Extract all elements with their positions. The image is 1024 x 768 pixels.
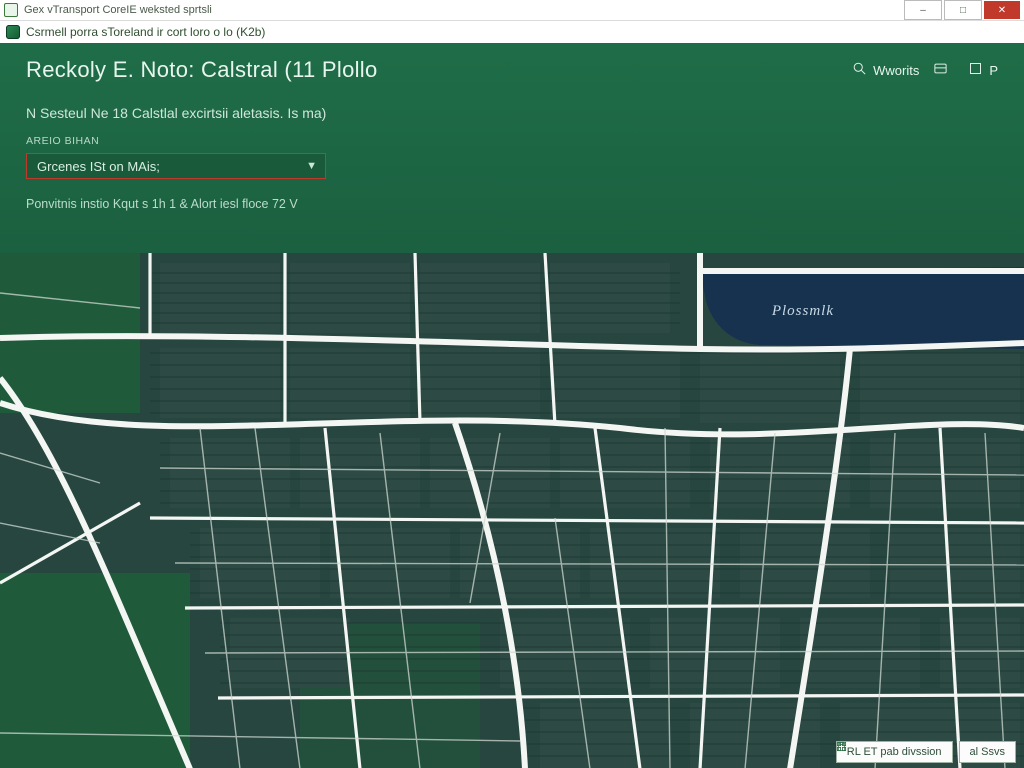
- river-label: Plossmlk: [772, 303, 834, 320]
- search-button[interactable]: Wworits: [852, 61, 919, 79]
- window-subtitle: Csrmell porra sToreland ir cort loro o l…: [26, 25, 265, 39]
- save-icon: [836, 741, 847, 752]
- page-title: Reckoly E. Noto: Calstral (11 Plollo: [26, 57, 852, 83]
- window-title: Gex vTransport CoreIE weksted sprtsli: [24, 4, 212, 16]
- brand-icon: [6, 25, 20, 39]
- save-button[interactable]: al Ssvs: [959, 741, 1016, 763]
- window-subtitle-bar: Csrmell porra sToreland ir cort loro o l…: [0, 21, 1024, 43]
- header-panel: Reckoly E. Noto: Calstral (11 Plollo Wwo…: [0, 43, 1024, 253]
- map-svg: [0, 253, 1024, 768]
- header-subtitle: N Sesteul Ne 18 Calstlal excirtsii aleta…: [26, 105, 998, 121]
- distribution-button-label: RL ET pab divssion: [847, 746, 942, 758]
- window-maximize-button[interactable]: □: [944, 0, 982, 20]
- window-minimize-button[interactable]: –: [904, 0, 942, 20]
- save-button-label: al Ssvs: [970, 746, 1005, 758]
- window-titlebar: Gex vTransport CoreIE weksted sprtsli – …: [0, 0, 1024, 21]
- area-select-value: Grcenes ISt on MAis;: [37, 159, 160, 174]
- header-hint-text: Ponvitnis instio Kqut s 1h 1 & Alort ies…: [26, 197, 998, 211]
- app-icon: [4, 3, 18, 17]
- map-button-bar: RL ET pab divssion al Ssvs: [836, 741, 1016, 763]
- layers-button[interactable]: [933, 61, 954, 79]
- area-field-label: AREIO BIHAN: [26, 135, 998, 147]
- area-select[interactable]: Grcenes ISt on MAis; ▼: [26, 153, 326, 179]
- layers-icon: [933, 61, 948, 79]
- search-label: Wworits: [873, 63, 919, 78]
- print-button[interactable]: P: [968, 61, 998, 79]
- print-icon: [968, 61, 983, 79]
- search-icon: [852, 61, 867, 79]
- print-label: P: [989, 63, 998, 78]
- chevron-down-icon: ▼: [306, 160, 317, 172]
- map-canvas[interactable]: Plossmlk RL ET pab divssion al Ssvs: [0, 253, 1024, 768]
- distribution-button[interactable]: RL ET pab divssion: [836, 741, 953, 763]
- header-toolbar: Wworits P: [852, 61, 998, 79]
- window-close-button[interactable]: ✕: [984, 1, 1020, 19]
